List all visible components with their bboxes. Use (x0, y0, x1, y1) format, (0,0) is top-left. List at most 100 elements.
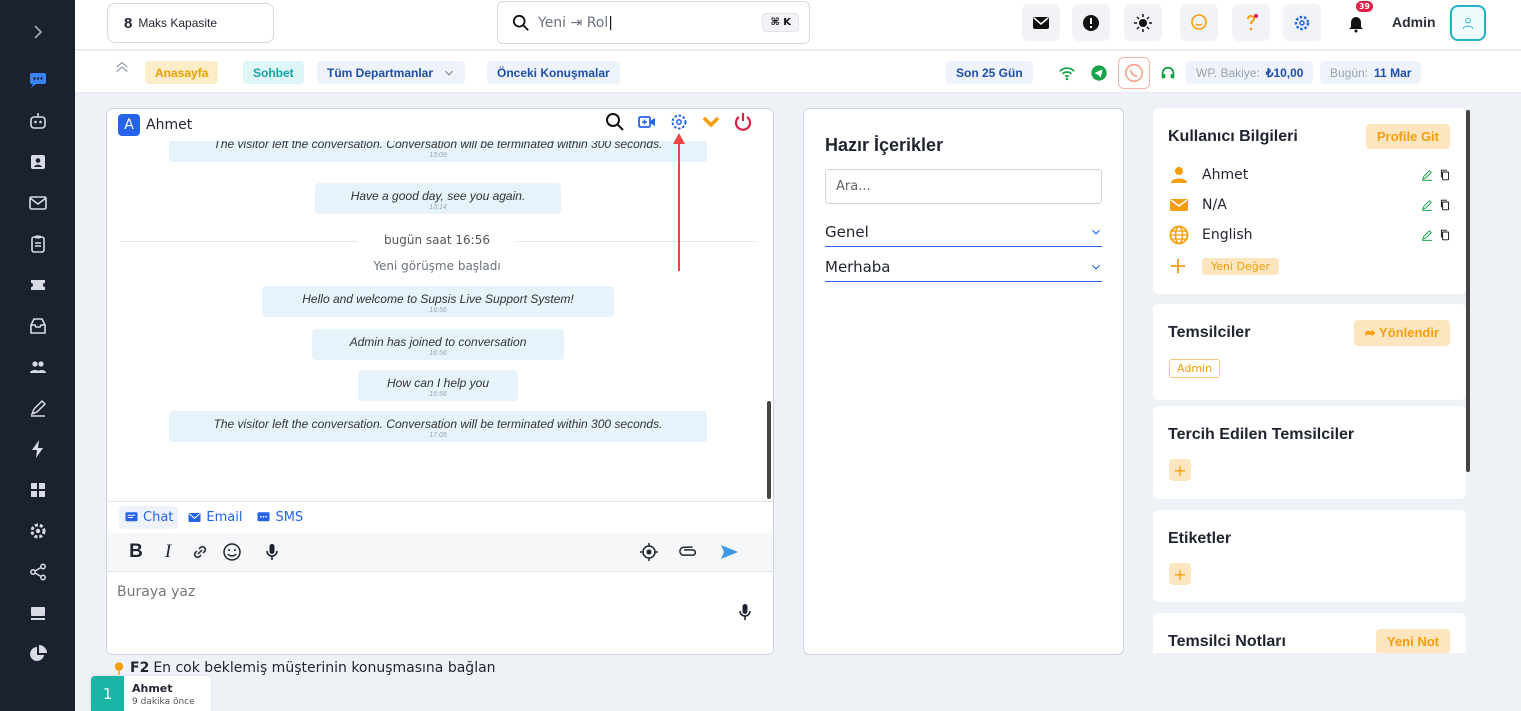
add-tag-button[interactable]: + (1169, 563, 1191, 585)
emoji-icon[interactable] (216, 538, 248, 566)
edit-icon[interactable] (1421, 199, 1433, 211)
add-preferred-agent-button[interactable]: + (1169, 459, 1191, 481)
add-value-button[interactable]: Yeni Değer (1202, 257, 1280, 275)
power-icon[interactable] (733, 112, 753, 132)
tab-sms[interactable]: SMS (251, 506, 308, 529)
microphone-icon[interactable] (735, 602, 755, 626)
notifications-button[interactable]: 39 (1337, 1, 1375, 41)
settings-icon[interactable] (18, 515, 58, 547)
headset-icon[interactable] (1156, 61, 1180, 85)
telegram-icon[interactable] (1087, 61, 1111, 85)
channel-tabs: Chat Email SMS (107, 501, 773, 533)
copy-icon[interactable] (1439, 169, 1451, 181)
pie-chart-icon[interactable] (18, 638, 58, 670)
agent-tag[interactable]: Admin (1169, 359, 1221, 378)
chevron-down-icon[interactable] (701, 112, 721, 132)
date-range-filter[interactable]: Son 25 Gün (946, 61, 1033, 84)
globe-icon (1169, 225, 1191, 245)
breadcrumb-home[interactable]: Anasayfa (145, 61, 219, 84)
chat-scrollbar[interactable] (767, 401, 771, 499)
pen-icon[interactable] (18, 392, 58, 424)
today-date: Bugün: 11 Mar (1320, 61, 1422, 84)
wp-balance-label: WP. Bakiye: (1196, 65, 1260, 80)
user-icon (1462, 17, 1474, 29)
chevron-up-icon[interactable] (113, 59, 131, 81)
user-language-value: English (1202, 227, 1253, 243)
alert-button[interactable] (1072, 4, 1110, 41)
breadcrumb-chat[interactable]: Sohbet (243, 61, 304, 84)
capacity-label: Maks Kapasite (138, 16, 218, 30)
details-scrollbar[interactable] (1466, 110, 1470, 472)
link-icon[interactable] (184, 538, 216, 566)
gear-icon[interactable] (669, 112, 689, 132)
message-text: Have a good day, see you again. (350, 189, 526, 203)
bell-icon (1349, 16, 1363, 32)
microphone-icon[interactable] (256, 538, 288, 566)
max-capacity-indicator[interactable]: 8 Maks Kapasite (107, 3, 274, 43)
whatsapp-channel-button[interactable] (1118, 57, 1150, 89)
theme-toggle-button[interactable] (1124, 4, 1162, 41)
message-text: Hello and welcome to Supsis Live Support… (302, 292, 574, 306)
edit-icon[interactable] (1421, 229, 1433, 241)
avatar[interactable] (1450, 5, 1486, 41)
user-name-row: Ahmet (1169, 165, 1451, 185)
tab-email[interactable]: Email (182, 506, 247, 529)
top-bar: 8 Maks Kapasite Yeni ⇥ Rol | ⌘ K 39 Admin (75, 0, 1521, 50)
wifi-icon[interactable] (1055, 61, 1079, 85)
canned-search-input[interactable] (825, 169, 1102, 204)
today-label: Bugün: (1330, 65, 1369, 80)
mail-icon[interactable] (18, 187, 58, 219)
tab-chat[interactable]: Chat (119, 506, 179, 529)
queue-item[interactable]: 1 Ahmet 9 dakika önce (91, 676, 211, 711)
canned-group-genel[interactable]: Genel (825, 217, 1102, 247)
video-call-icon[interactable] (637, 112, 657, 132)
chevron-right-icon[interactable] (18, 16, 58, 48)
agent-notes-title: Temsilci Notları (1168, 633, 1286, 650)
location-icon[interactable] (633, 538, 665, 566)
user-name[interactable]: Admin (1392, 14, 1436, 30)
attachment-icon[interactable] (673, 538, 705, 566)
grid-icon[interactable] (18, 474, 58, 506)
edit-icon[interactable] (1421, 169, 1433, 181)
bold-icon[interactable]: B (120, 538, 152, 566)
bolt-icon[interactable] (18, 433, 58, 465)
department-select[interactable]: Tüm Departmanlar (317, 61, 466, 84)
monitor-icon[interactable] (18, 597, 58, 629)
italic-icon[interactable]: I (152, 538, 184, 566)
system-note: Yeni görüşme başladı (373, 259, 501, 273)
message-time: 13:14 (429, 204, 447, 211)
divider-label: bugün saat 16:56 (358, 233, 516, 247)
settings-button[interactable] (1283, 4, 1321, 41)
preferred-agents-card: Tercih Edilen Temsilciler + (1153, 406, 1466, 499)
message-input[interactable] (117, 584, 717, 600)
contact-card-icon[interactable] (18, 146, 58, 178)
search-icon[interactable] (605, 112, 625, 132)
user-info-card: Kullanıcı Bilgileri Profile Git Ahmet N/… (1153, 108, 1466, 294)
profile-button[interactable]: Profile Git (1365, 124, 1450, 149)
archive-icon[interactable] (18, 310, 58, 342)
global-search-input[interactable]: Yeni ⇥ Rol | ⌘ K (497, 1, 810, 44)
copy-icon[interactable] (1439, 229, 1451, 241)
share-icon[interactable] (18, 556, 58, 588)
clipboard-icon[interactable] (18, 228, 58, 260)
new-note-button[interactable]: Yeni Not (1375, 629, 1450, 653)
add-value-row[interactable]: Yeni Değer (1169, 256, 1451, 276)
canned-group-merhaba[interactable]: Merhaba (825, 252, 1102, 282)
message-text: How can I help you (386, 376, 490, 390)
send-icon[interactable] (713, 538, 745, 566)
redirect-button[interactable]: ➦ Yönlendir (1353, 320, 1450, 346)
chevron-down-icon (1092, 264, 1100, 270)
ticket-icon[interactable] (18, 269, 58, 301)
mail-button[interactable] (1022, 4, 1060, 41)
feedback-button[interactable] (1180, 4, 1218, 41)
previous-conversations-button[interactable]: Önceki Konuşmalar (487, 61, 620, 84)
bot-icon[interactable] (18, 105, 58, 137)
chat-icon[interactable] (18, 64, 58, 96)
today-value: 11 Mar (1374, 65, 1412, 80)
conversation-divider: bugün saat 16:56 (107, 233, 767, 247)
queue-visitor-name: Ahmet (132, 682, 173, 695)
mail-icon (1169, 195, 1191, 215)
help-button[interactable] (1232, 4, 1270, 41)
users-icon[interactable] (18, 351, 58, 383)
copy-icon[interactable] (1439, 199, 1451, 211)
